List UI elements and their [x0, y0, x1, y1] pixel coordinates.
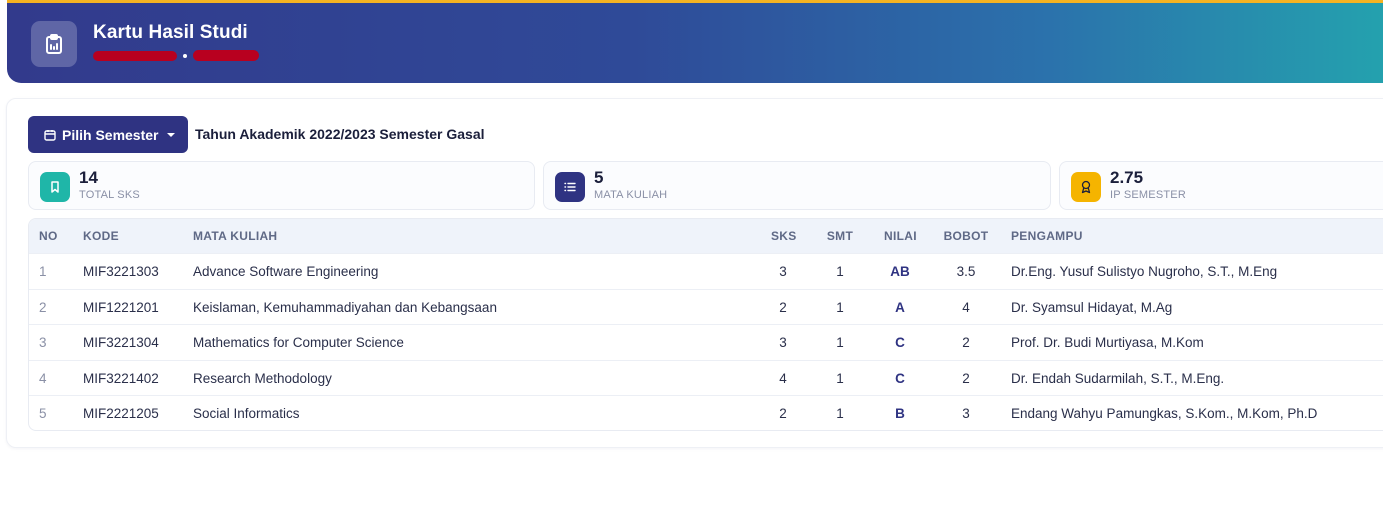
- header-kode: KODE: [83, 229, 119, 243]
- cell-no: 5: [39, 406, 47, 421]
- page-header: Kartu Hasil Studi: [7, 0, 1383, 83]
- header-mata-kuliah: MATA KULIAH: [193, 229, 278, 243]
- cell-nilai: AB: [890, 264, 910, 279]
- cell-smt: 1: [836, 335, 844, 350]
- stat-total-sks: 14 TOTAL SKS: [28, 161, 535, 210]
- cell-pengampu: Prof. Dr. Budi Murtiyasa, M.Kom: [1011, 335, 1204, 350]
- header-nilai: NILAI: [884, 229, 917, 243]
- cell-sks: 3: [779, 335, 787, 350]
- cell-no: 2: [39, 299, 47, 315]
- header-pengampu: PENGAMPU: [1011, 229, 1083, 243]
- caret-down-icon: [166, 132, 175, 137]
- cell-bobot: 3.5: [956, 264, 976, 279]
- table-row: 5 MIF2221205 Social Informatics 2 1 B 3 …: [29, 395, 1383, 430]
- cell-bobot: 4: [962, 299, 970, 315]
- list-icon: [555, 172, 585, 202]
- header-smt: SMT: [826, 229, 854, 243]
- stat-mata-kuliah: 5 MATA KULIAH: [543, 161, 1051, 210]
- cell-mata-kuliah: Mathematics for Computer Science: [193, 335, 404, 350]
- cell-sks: 2: [779, 406, 787, 421]
- cell-bobot: 2: [962, 335, 970, 350]
- stat-label: MATA KULIAH: [594, 189, 668, 201]
- stat-value: 14: [79, 168, 98, 187]
- cell-mata-kuliah: Research Methodology: [193, 370, 332, 386]
- cell-no: 3: [39, 335, 47, 350]
- cell-pengampu: Dr.Eng. Yusuf Sulistyo Nugroho, S.T., M.…: [1011, 264, 1278, 279]
- stat-label: TOTAL SKS: [79, 189, 140, 201]
- table-row: 4 MIF3221402 Research Methodology 4 1 C …: [29, 359, 1383, 396]
- calendar-icon: [44, 129, 56, 141]
- cell-smt: 1: [836, 264, 844, 279]
- cell-nilai: C: [895, 335, 905, 350]
- cell-sks: 4: [779, 370, 787, 386]
- cell-mata-kuliah: Keislaman, Kemuhammadiyahan dan Kebangsa…: [193, 299, 497, 315]
- clipboard-icon: [31, 21, 77, 67]
- select-semester-button[interactable]: Pilih Semester: [28, 116, 188, 153]
- cell-no: 4: [39, 370, 47, 386]
- cell-smt: 1: [836, 370, 844, 386]
- table-row: 2 MIF1221201 Keislaman, Kemuhammadiyahan…: [29, 288, 1383, 325]
- award-icon: [1071, 172, 1101, 202]
- cell-smt: 1: [836, 299, 844, 315]
- cell-nilai: B: [895, 406, 905, 421]
- page-title: Kartu Hasil Studi: [93, 22, 248, 43]
- study-results-card: Pilih Semester Tahun Akademik 2022/2023 …: [6, 98, 1383, 448]
- cell-sks: 2: [779, 299, 787, 315]
- cell-nilai: A: [895, 299, 905, 315]
- cell-bobot: 3: [962, 406, 970, 421]
- cell-sks: 3: [779, 264, 787, 279]
- table-header: NO KODE MATA KULIAH SKS SMT NILAI BOBOT …: [29, 219, 1383, 253]
- header-bobot: BOBOT: [943, 229, 989, 243]
- table-row: 3 MIF3221304 Mathematics for Computer Sc…: [29, 324, 1383, 360]
- cell-nilai: C: [895, 370, 905, 386]
- cell-bobot: 2: [962, 370, 970, 386]
- cell-pengampu: Dr. Endah Sudarmilah, S.T., M.Eng.: [1011, 370, 1225, 386]
- stat-ip-semester: 2.75 IP SEMESTER: [1059, 161, 1383, 210]
- stat-value: 5: [594, 168, 604, 187]
- table-row: 1 MIF3221303 Advance Software Engineerin…: [29, 253, 1383, 289]
- semester-label: Tahun Akademik 2022/2023 Semester Gasal: [195, 126, 485, 142]
- select-semester-label: Pilih Semester: [62, 126, 159, 143]
- cell-pengampu: Dr. Syamsul Hidayat, M.Ag: [1011, 299, 1173, 315]
- cell-kode: MIF2221205: [83, 406, 159, 421]
- cell-kode: MIF1221201: [83, 299, 159, 315]
- cell-mata-kuliah: Advance Software Engineering: [193, 264, 379, 279]
- stat-label: IP SEMESTER: [1110, 189, 1186, 201]
- header-sks: SKS: [771, 229, 797, 243]
- stat-value: 2.75: [1110, 168, 1144, 187]
- cell-mata-kuliah: Social Informatics: [193, 406, 300, 421]
- bookmark-icon: [40, 172, 70, 202]
- cell-kode: MIF3221303: [83, 264, 159, 279]
- cell-smt: 1: [836, 406, 844, 421]
- grades-table: NO KODE MATA KULIAH SKS SMT NILAI BOBOT …: [28, 218, 1383, 431]
- cell-pengampu: Endang Wahyu Pamungkas, S.Kom., M.Kom, P…: [1011, 406, 1318, 421]
- cell-kode: MIF3221304: [83, 335, 159, 350]
- redacted-student-info: [93, 50, 259, 61]
- cell-kode: MIF3221402: [83, 370, 159, 386]
- cell-no: 1: [39, 264, 47, 279]
- header-no: NO: [39, 229, 58, 243]
